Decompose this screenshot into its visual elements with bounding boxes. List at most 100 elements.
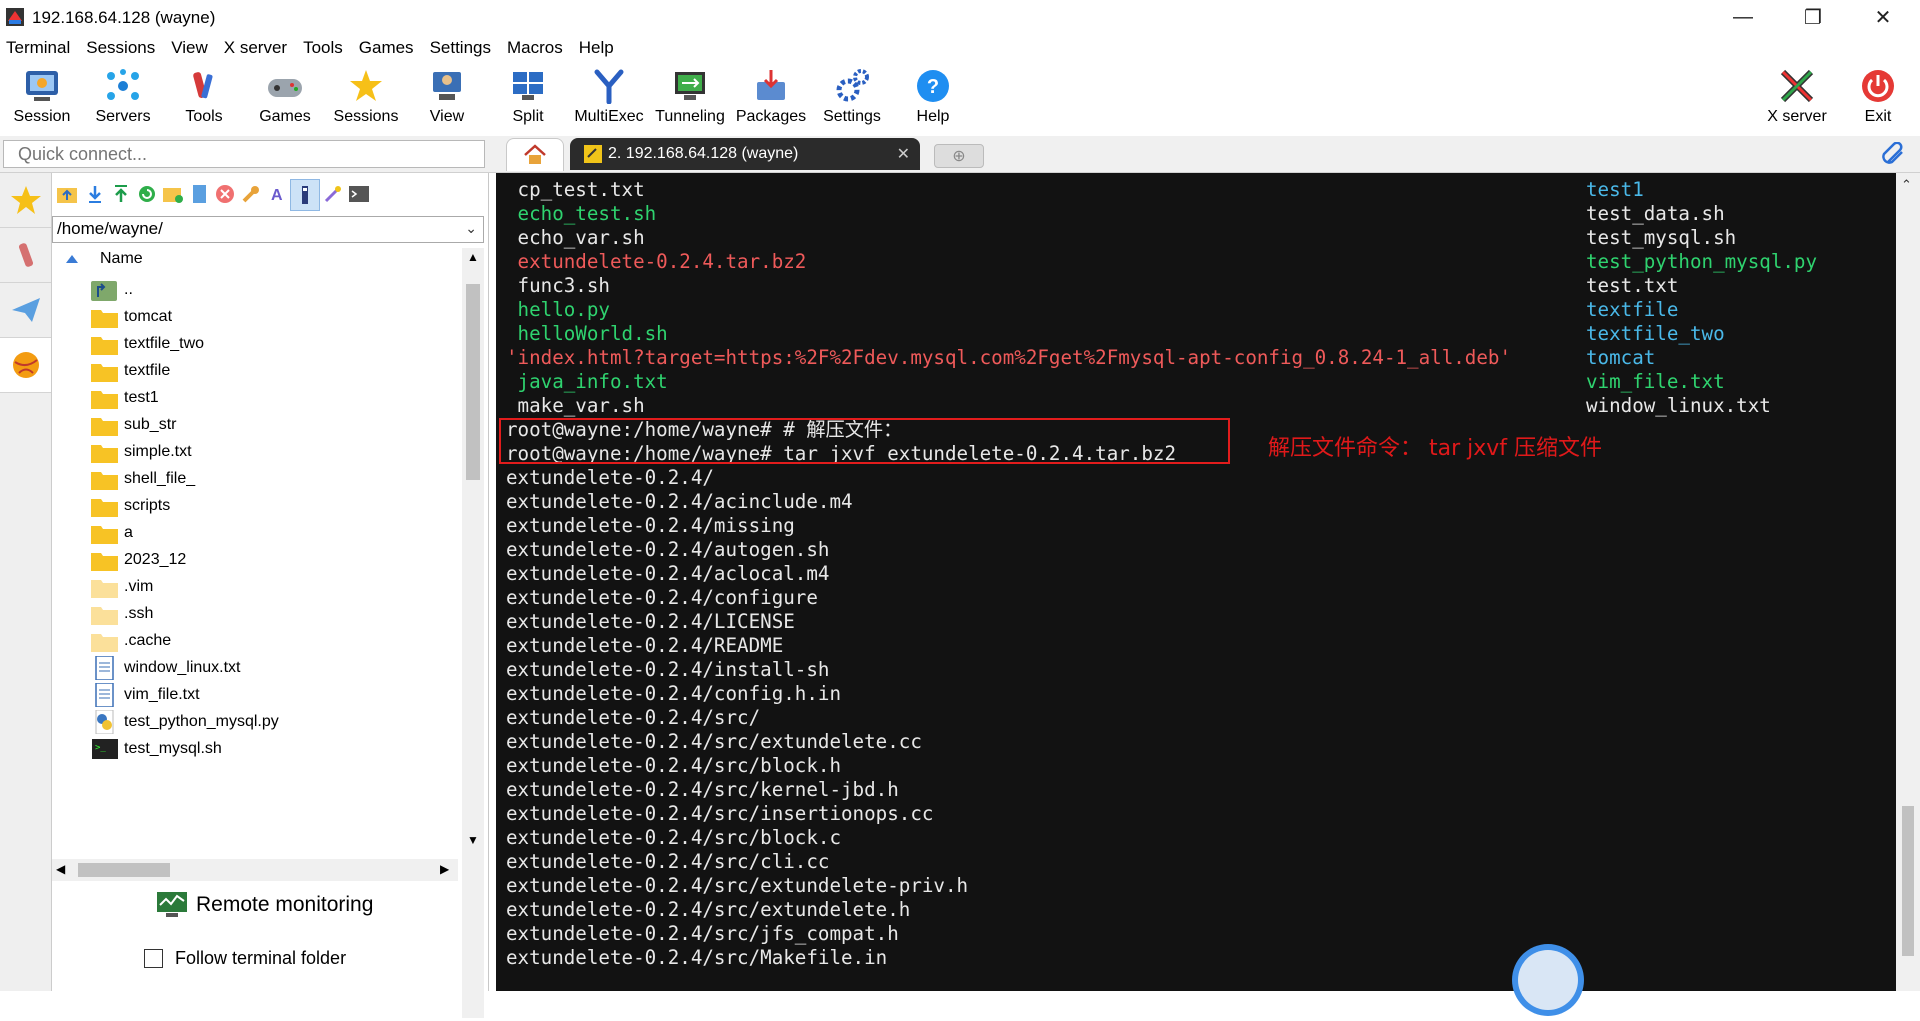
sort-asc-icon — [66, 255, 78, 263]
hidden-folder-icon — [90, 629, 120, 653]
scroll-up-icon[interactable]: ⌃ — [1901, 177, 1912, 193]
file-name: vim_file.txt — [124, 685, 200, 703]
tab-close-icon[interactable]: ✕ — [897, 144, 910, 164]
hscroll-thumb[interactable] — [78, 863, 170, 877]
sidebar-tab-tools[interactable] — [0, 228, 51, 283]
menu-terminal[interactable]: Terminal — [0, 36, 78, 62]
minimize-icon: — — [1733, 5, 1753, 28]
close-icon: ✕ — [1874, 6, 1892, 29]
file-name: scripts — [124, 496, 171, 514]
sidebar-tab-browser[interactable] — [0, 338, 51, 393]
menu-tools[interactable]: Tools — [295, 36, 351, 62]
parent-folder-icon[interactable] — [56, 183, 78, 205]
games-button[interactable]: Games — [245, 66, 325, 126]
file-name: .vim — [124, 577, 154, 595]
menu-view[interactable]: View — [163, 36, 216, 62]
settings-button[interactable]: Settings — [812, 66, 892, 126]
file-name: .ssh — [124, 604, 154, 622]
multiexec-button[interactable]: MultiExec — [569, 66, 649, 126]
tunneling-button[interactable]: Tunneling — [650, 66, 730, 126]
terminal-output-line: extundelete-0.2.4/LICENSE — [506, 610, 795, 633]
terminal-tab-icon — [584, 145, 602, 163]
menu-xserver[interactable]: X server — [216, 36, 295, 62]
terminal-scroll-thumb[interactable] — [1902, 806, 1914, 956]
menu-help[interactable]: Help — [571, 36, 622, 62]
new-folder-icon[interactable] — [162, 183, 184, 205]
menu-macros[interactable]: Macros — [499, 36, 571, 62]
folder-icon — [90, 521, 120, 545]
remote-monitoring-label: Remote monitoring — [196, 893, 374, 916]
view-button[interactable]: View — [407, 66, 487, 126]
file-name: window_linux.txt — [124, 658, 241, 676]
servers-button[interactable]: Servers — [83, 66, 163, 126]
tools-button[interactable]: Tools — [164, 66, 244, 126]
close-window-button[interactable]: ✕ — [1854, 0, 1912, 34]
sessions-button[interactable]: Sessions — [326, 66, 406, 126]
sidebar-tab-favorites[interactable] — [0, 173, 51, 228]
exit-button[interactable]: Exit — [1838, 66, 1918, 126]
remote-monitoring-button[interactable]: Remote monitoring — [156, 891, 373, 919]
new-tab-button[interactable]: ⊕ — [934, 144, 984, 168]
split-button[interactable]: Split — [488, 66, 568, 126]
restore-button[interactable]: ❐ — [1784, 0, 1842, 34]
file-list-hscrollbar[interactable]: ◀ ▶ — [52, 859, 458, 881]
terminal-listing-entry: test.txt — [1586, 274, 1679, 297]
star-icon — [10, 186, 41, 214]
sidebar-tab-sftp[interactable] — [0, 283, 51, 338]
chevron-down-icon[interactable]: ⌄ — [465, 220, 477, 237]
vscroll-thumb[interactable] — [466, 284, 480, 480]
text-file-icon — [90, 681, 120, 708]
delete-icon[interactable] — [214, 183, 236, 205]
minimize-button[interactable]: — — [1714, 0, 1772, 34]
properties-icon[interactable] — [240, 183, 262, 205]
terminal-listing-entry: test_python_mysql.py — [1586, 250, 1818, 273]
packages-button[interactable]: Packages — [731, 66, 811, 126]
column-header[interactable]: Name — [52, 248, 458, 272]
tab-home[interactable] — [506, 138, 564, 171]
terminal-output-line: extundelete-0.2.4/ — [506, 466, 714, 489]
menu-sessions[interactable]: Sessions — [78, 36, 163, 62]
menu-bar: Terminal Sessions View X server Tools Ga… — [0, 36, 1920, 62]
menu-games[interactable]: Games — [351, 36, 422, 62]
show-hidden-icon[interactable] — [290, 179, 320, 211]
terminal-listing-entry: helloWorld.sh — [506, 322, 668, 345]
terminal-output-line: extundelete-0.2.4/install-sh — [506, 658, 830, 681]
menu-settings[interactable]: Settings — [422, 36, 499, 62]
xserver-button[interactable]: X server — [1757, 66, 1837, 126]
file-row[interactable]: >_ test_mysql.sh — [52, 732, 458, 765]
text-icon[interactable]: A — [266, 183, 288, 205]
assistant-bubble-icon[interactable] — [1512, 944, 1584, 1016]
session-button[interactable]: Session — [2, 66, 82, 126]
terminal-output[interactable]: cp_test.txt echo_test.sh echo_var.sh ext… — [496, 173, 1896, 991]
file-name: simple.txt — [124, 442, 192, 460]
file-list-vscrollbar[interactable]: ▲ ▼ — [462, 248, 484, 1018]
terminal-vscrollbar[interactable]: ⌃ — [1896, 173, 1920, 991]
terminal-output-line: extundelete-0.2.4/autogen.sh — [506, 538, 830, 561]
scroll-left-icon[interactable]: ◀ — [56, 862, 65, 876]
star-icon — [346, 66, 386, 106]
scroll-up-icon[interactable]: ▲ — [467, 250, 479, 264]
terminal-output-line: extundelete-0.2.4/src/kernel-jbd.h — [506, 778, 899, 801]
quick-connect-input[interactable] — [3, 140, 485, 168]
path-input[interactable]: /home/wayne/ ⌄ — [52, 216, 484, 243]
file-name: test1 — [124, 388, 159, 406]
upload-icon[interactable] — [110, 183, 132, 205]
checkbox-unchecked[interactable] — [144, 949, 163, 968]
terminal-listing-entry: window_linux.txt — [1586, 394, 1771, 417]
scroll-right-icon[interactable]: ▶ — [440, 862, 449, 876]
tab-session[interactable]: 2. 192.168.64.128 (wayne) ✕ — [570, 138, 920, 170]
column-name-label: Name — [100, 250, 143, 267]
download-icon[interactable] — [84, 183, 106, 205]
help-icon: ? — [913, 66, 953, 106]
magic-wand-icon[interactable] — [322, 183, 344, 205]
follow-terminal-folder-checkbox[interactable]: Follow terminal folder — [144, 948, 346, 969]
scroll-down-icon[interactable]: ▼ — [467, 833, 479, 847]
refresh-icon[interactable] — [136, 183, 158, 205]
terminal-icon[interactable] — [348, 183, 370, 205]
new-file-icon[interactable] — [188, 183, 210, 205]
power-icon — [1858, 66, 1898, 106]
main-toolbar: Session Servers Tools Games Sessions Vie… — [0, 62, 1920, 132]
help-button[interactable]: ? Help — [893, 66, 973, 126]
tab-session-label: 2. 192.168.64.128 (wayne) — [608, 145, 799, 162]
paperclip-icon[interactable] — [1880, 142, 1906, 168]
